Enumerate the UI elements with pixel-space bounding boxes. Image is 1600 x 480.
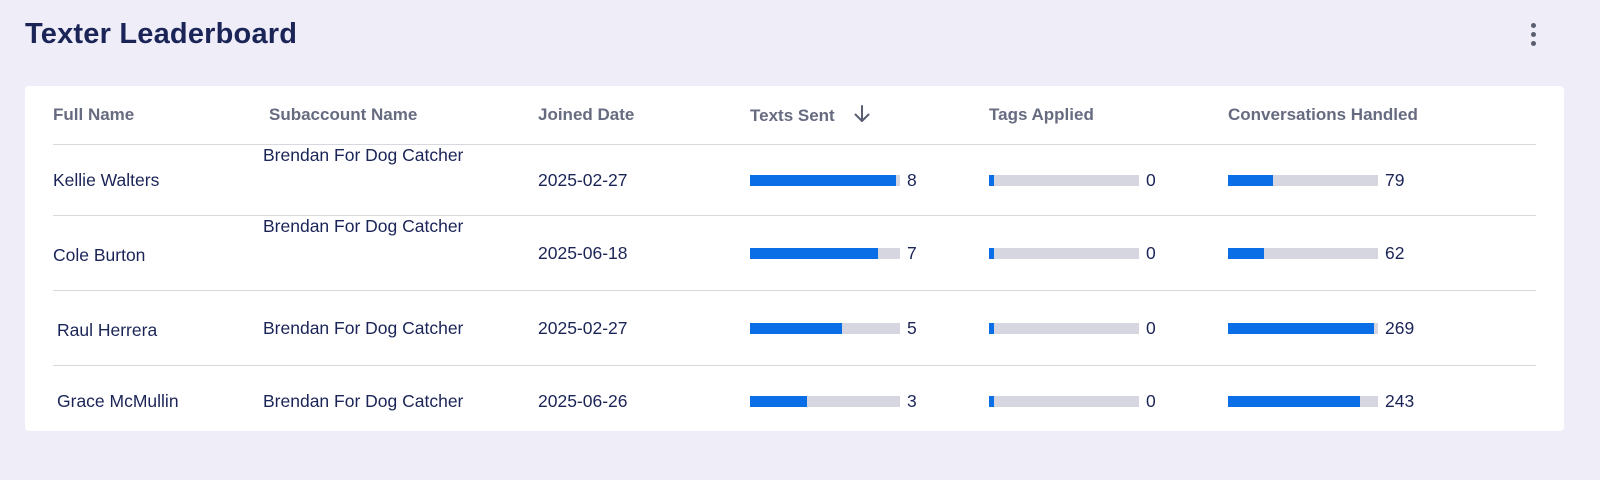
cell-texts-sent: 7 — [750, 215, 989, 291]
texts-sent-bar — [750, 174, 900, 186]
cell-tags-applied: 0 — [989, 290, 1228, 366]
tags-applied-bar — [989, 322, 1139, 334]
cell-texts-sent: 5 — [750, 290, 989, 366]
texts-sent-value: 8 — [907, 169, 917, 190]
tags-applied-value: 0 — [1146, 169, 1156, 190]
conversations-value: 269 — [1385, 317, 1415, 338]
kebab-dot — [1530, 22, 1536, 28]
cell-conversations: 79 — [1228, 144, 1536, 216]
kebab-dot — [1530, 40, 1536, 46]
texts-sent-bar — [750, 247, 900, 259]
column-label: Conversations Handled — [1228, 105, 1418, 124]
cell-full-name: Raul Herrera — [53, 290, 261, 366]
conversations-bar — [1228, 174, 1378, 186]
cell-conversations: 269 — [1228, 290, 1536, 366]
column-header-conversations-handled[interactable]: Conversations Handled — [1228, 86, 1536, 145]
conversations-bar-fill — [1228, 247, 1264, 259]
cell-joined-date: 2025-06-18 — [538, 215, 750, 291]
texts-sent-bar-fill — [750, 247, 878, 259]
column-header-joined-date[interactable]: Joined Date — [538, 86, 750, 145]
column-label: Tags Applied — [989, 105, 1094, 124]
conversations-bar — [1228, 395, 1378, 407]
tags-applied-bar-fill — [989, 395, 994, 407]
cell-joined-date: 2025-06-26 — [538, 390, 628, 411]
arrow-down-icon[interactable] — [853, 104, 871, 124]
texts-sent-bar — [750, 395, 900, 407]
table-row[interactable]: Grace McMullin Brendan For Dog Catcher 2… — [53, 366, 1536, 437]
table-row[interactable]: Kellie Walters Brendan For Dog Catcher 2… — [53, 144, 1536, 216]
tags-applied-bar — [989, 247, 1139, 259]
texts-sent-bar-fill — [750, 322, 842, 334]
conversations-bar-fill — [1228, 322, 1374, 334]
tags-applied-bar — [989, 395, 1139, 407]
cell-full-name: Grace McMullin — [57, 390, 179, 411]
texts-sent-bar-fill — [750, 395, 807, 407]
cell-full-name: Cole Burton — [53, 215, 261, 291]
table-header-row: Full Name Subaccount Name Joined Date Te… — [53, 86, 1536, 145]
leaderboard-card: Full Name Subaccount Name Joined Date Te… — [25, 86, 1564, 431]
column-label: Joined Date — [538, 105, 635, 124]
conversations-value: 243 — [1385, 390, 1415, 411]
page-title: Texter Leaderboard — [25, 18, 298, 50]
tags-applied-bar — [989, 174, 1139, 186]
cell-texts-sent: 8 — [750, 144, 989, 216]
tags-applied-value: 0 — [1146, 242, 1156, 263]
column-label: Texts Sent — [750, 106, 835, 125]
leaderboard-header: Texter Leaderboard — [25, 14, 1545, 56]
texts-sent-bar — [750, 322, 900, 334]
cell-tags-applied: 0 — [989, 215, 1228, 291]
cell-subaccount: Brendan For Dog Catcher — [261, 290, 538, 366]
column-label: Subaccount Name — [269, 105, 418, 124]
tags-applied-bar-fill — [989, 247, 994, 259]
conversations-bar — [1228, 247, 1378, 259]
tags-applied-value: 0 — [1146, 390, 1156, 411]
conversations-bar-fill — [1228, 395, 1360, 407]
texts-sent-value: 3 — [907, 390, 917, 411]
cell-tags-applied: 0 — [989, 144, 1228, 216]
cell-subaccount: Brendan For Dog Catcher — [263, 390, 464, 411]
cell-conversations: 62 — [1228, 215, 1536, 291]
cell-joined-date: 2025-02-27 — [538, 144, 750, 216]
texts-sent-value: 5 — [907, 317, 917, 338]
tags-applied-value: 0 — [1146, 317, 1156, 338]
conversations-value: 79 — [1385, 169, 1405, 190]
cell-joined-date: 2025-02-27 — [538, 290, 750, 366]
conversations-value: 62 — [1385, 242, 1405, 263]
more-vertical-icon[interactable] — [1521, 20, 1545, 48]
tags-applied-bar-fill — [989, 174, 994, 186]
texts-sent-bar-fill — [750, 174, 896, 186]
column-label: Full Name — [53, 105, 135, 124]
column-header-subaccount-name[interactable]: Subaccount Name — [261, 86, 538, 145]
kebab-dot — [1530, 31, 1536, 37]
column-header-tags-applied[interactable]: Tags Applied — [989, 86, 1228, 145]
leaderboard-table: Full Name Subaccount Name Joined Date Te… — [53, 86, 1536, 436]
tags-applied-bar-fill — [989, 322, 994, 334]
cell-full-name: Kellie Walters — [53, 144, 261, 216]
cell-tags-applied: 0 — [989, 366, 1228, 437]
conversations-bar-fill — [1228, 174, 1273, 186]
cell-subaccount: Brendan For Dog Catcher — [261, 144, 538, 216]
cell-texts-sent: 3 — [750, 366, 989, 437]
cell-subaccount: Brendan For Dog Catcher — [261, 215, 538, 291]
table-row[interactable]: Cole Burton Brendan For Dog Catcher 2025… — [53, 215, 1536, 291]
table-row[interactable]: Raul Herrera Brendan For Dog Catcher 202… — [53, 290, 1536, 366]
column-header-texts-sent[interactable]: Texts Sent — [750, 86, 989, 145]
conversations-bar — [1228, 322, 1378, 334]
cell-conversations: 243 — [1228, 366, 1536, 437]
texts-sent-value: 7 — [907, 242, 917, 263]
column-header-full-name[interactable]: Full Name — [53, 86, 261, 145]
